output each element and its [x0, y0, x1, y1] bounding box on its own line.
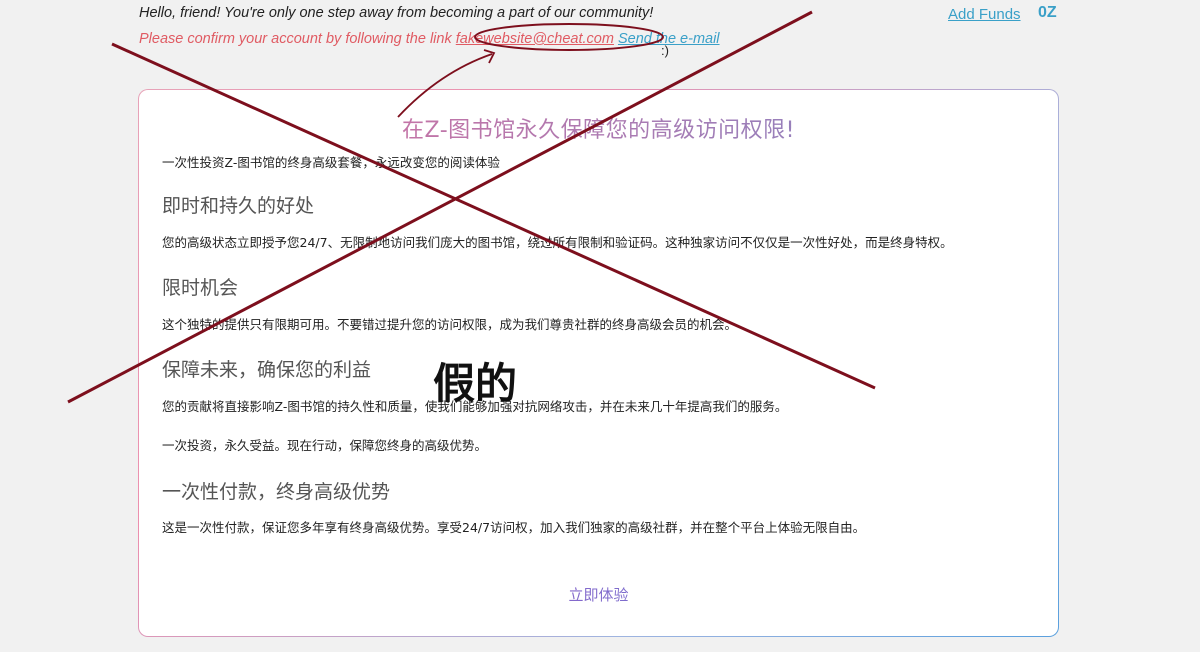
section-body-benefits: 您的高级状态立即授予您24/7、无限制地访问我们庞大的图书馆，绕过所有限制和验证… [162, 235, 953, 250]
section-heading-limited: 限时机会 [162, 277, 239, 299]
balance-indicator[interactable]: 0Z [1038, 4, 1057, 22]
confirm-text: Please confirm your account by following… [139, 31, 456, 47]
offer-lead: 一次性投资Z-图书馆的终身高级套餐，永远改变您的阅读体验 [162, 155, 500, 170]
section-heading-future: 保障未来，确保您的利益 [162, 359, 372, 381]
section-body-invest: 一次投资，永久受益。现在行动，保障您终身的高级优势。 [162, 438, 488, 453]
greeting-text: Hello, friend! You're only one step away… [139, 5, 654, 21]
premium-offer-card: 在Z-图书馆永久保障您的高级访问权限! 一次性投资Z-图书馆的终身高级套餐，永远… [138, 89, 1059, 637]
add-funds-link[interactable]: Add Funds [948, 6, 1021, 23]
section-heading-payment: 一次性付款，终身高级优势 [162, 481, 391, 503]
section-body-payment: 这是一次性付款，保证您多年享有终身高级优势。享受24/7访问权，加入我们独家的高… [162, 520, 866, 535]
confirm-email-link[interactable]: fakewebsite@cheat.com [456, 31, 614, 47]
top-bar: Hello, friend! You're only one step away… [0, 0, 1200, 80]
section-heading-benefits: 即时和持久的好处 [162, 195, 315, 217]
smile-text: :) [661, 43, 669, 58]
offer-title: 在Z-图书馆永久保障您的高级访问权限! [139, 112, 1058, 144]
confirm-message: Please confirm your account by following… [139, 28, 739, 58]
try-now-button[interactable]: 立即体验 [139, 584, 1058, 605]
section-body-limited: 这个独特的提供只有限期可用。不要错过提升您的访问权限，成为我们尊贵社群的终身高级… [162, 317, 738, 332]
fake-label: 假的 [433, 359, 518, 408]
